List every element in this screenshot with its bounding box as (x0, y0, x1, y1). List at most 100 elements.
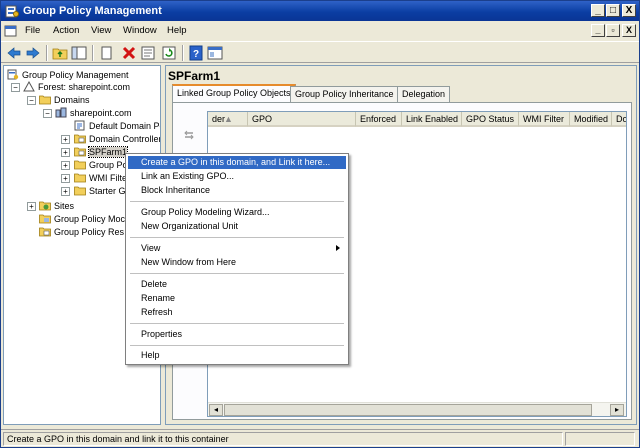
forward-icon[interactable] (25, 45, 41, 61)
menu-item-rename[interactable]: Rename (128, 292, 346, 305)
tree-item-gp-results[interactable]: Group Policy Res (39, 226, 124, 239)
menu-file[interactable]: File (25, 25, 40, 36)
menu-help[interactable]: Help (167, 25, 187, 36)
status-bar: Create a GPO in this domain and link it … (1, 429, 639, 447)
gpm-icon (7, 69, 19, 80)
mdi-restore-button[interactable]: ▫ (606, 24, 620, 37)
menu-window[interactable]: Window (123, 25, 157, 36)
sort-arrow-icon: ▲ (224, 114, 233, 124)
tree-item-domains[interactable]: Domains (39, 94, 90, 107)
tree-item-domain-controllers[interactable]: Domain Controller (74, 133, 161, 146)
menu-action[interactable]: Action (53, 25, 79, 36)
sites-icon (39, 201, 51, 211)
menu-item-new-ou[interactable]: New Organizational Unit (128, 220, 346, 233)
toolbar: ? (1, 41, 639, 63)
tree-item-starter-gpos[interactable]: Starter G (74, 185, 126, 198)
tree-item-label: Group Policy Management (22, 70, 129, 80)
menu-separator (130, 345, 344, 346)
tree-item-wmi-filters[interactable]: WMI Filte (74, 172, 127, 185)
menu-separator (130, 201, 344, 202)
mdi-close-button[interactable]: X (622, 24, 636, 37)
toolbar-separator (46, 45, 48, 61)
tree-item-label: Domain Controller (89, 134, 161, 144)
ou-icon (74, 134, 86, 144)
menu-item-label: View (141, 243, 161, 253)
status-text: Create a GPO in this domain and link it … (3, 432, 563, 446)
tree-expander[interactable]: + (61, 187, 70, 196)
column-header-domain[interactable]: Do (612, 112, 626, 127)
tree-item-default-domain-policy[interactable]: Default Domain Po (74, 120, 160, 133)
column-header-gpo[interactable]: GPO (248, 112, 356, 127)
delete-icon[interactable] (121, 45, 137, 61)
menu-item-view[interactable]: View (128, 242, 346, 255)
menu-item-link-existing-gpo[interactable]: Link an Existing GPO... (128, 170, 346, 183)
horizontal-scrollbar[interactable]: ◂ ▸ (208, 402, 626, 416)
ou-icon (74, 147, 86, 157)
folder-icon (74, 186, 86, 196)
tree-expander[interactable]: + (61, 148, 70, 157)
scroll-left-button[interactable]: ◂ (209, 404, 223, 416)
menu-item-modeling-wizard[interactable]: Group Policy Modeling Wizard... (128, 206, 346, 219)
tree-item-forest[interactable]: Forest: sharepoint.com (23, 81, 130, 94)
maximize-button[interactable]: □ (606, 4, 620, 17)
tree-item-label: Group Po (89, 160, 128, 170)
submenu-arrow-icon (336, 245, 340, 251)
tree-item-gp-modeling[interactable]: Group Policy Moc (39, 213, 125, 226)
tree-item-label: Forest: sharepoint.com (38, 82, 131, 92)
scroll-thumb[interactable] (224, 404, 592, 416)
menu-item-create-gpo-link[interactable]: Create a GPO in this domain, and Link it… (128, 156, 346, 169)
show-hide-tree-icon[interactable] (71, 45, 87, 61)
tree-expander[interactable]: − (43, 109, 52, 118)
tree-expander[interactable]: + (61, 174, 70, 183)
tree-expander[interactable]: + (61, 161, 70, 170)
tree-expander[interactable]: + (61, 135, 70, 144)
menu-item-properties[interactable]: Properties (128, 328, 346, 341)
tab-delegation[interactable]: Delegation (397, 86, 451, 102)
menu-view[interactable]: View (91, 25, 111, 36)
column-header-wmi-filter[interactable]: WMI Filter (519, 112, 570, 127)
up-folder-icon[interactable] (52, 45, 68, 61)
tree-item-label: sharepoint.com (70, 108, 132, 118)
mmc-window: Group Policy Management _ □ X File Actio… (0, 0, 640, 448)
close-button[interactable]: X (622, 4, 636, 17)
refresh-icon[interactable] (161, 45, 177, 61)
context-menu: Create a GPO in this domain, and Link it… (125, 153, 349, 365)
window-title: Group Policy Management (23, 5, 162, 17)
menu-item-block-inheritance[interactable]: Block Inheritance (128, 184, 346, 197)
tree-expander[interactable]: − (11, 83, 20, 92)
help-icon[interactable]: ? (188, 45, 204, 61)
column-header-enforced[interactable]: Enforced (356, 112, 402, 127)
menu-bar: File Action View Window Help _ ▫ X (1, 22, 639, 40)
tree-item-sites[interactable]: Sites (39, 200, 74, 213)
menu-item-refresh[interactable]: Refresh (128, 306, 346, 319)
menu-separator (130, 273, 344, 274)
copy-icon[interactable] (98, 45, 114, 61)
scroll-right-button[interactable]: ▸ (610, 404, 624, 416)
tree-item-spfarm1[interactable]: SPFarm1 (74, 146, 129, 159)
tree-item-label: WMI Filte (89, 173, 127, 183)
tree-item-label-selected: SPFarm1 (87, 146, 129, 158)
console-sys-icon[interactable] (4, 24, 18, 38)
minimize-button[interactable]: _ (591, 4, 605, 17)
tab-linked-gpos[interactable]: Linked Group Policy Objects (172, 84, 296, 102)
tree-expander[interactable]: + (27, 202, 36, 211)
menu-item-delete[interactable]: Delete (128, 278, 346, 291)
column-header-modified[interactable]: Modified (570, 112, 612, 127)
tree-item-group-policy-objects[interactable]: Group Po (74, 159, 128, 172)
mdi-minimize-button[interactable]: _ (591, 24, 605, 37)
column-header-link-enabled[interactable]: Link Enabled (402, 112, 462, 127)
tree-item-label: Starter G (89, 186, 126, 196)
back-icon[interactable] (6, 45, 22, 61)
tab-inheritance[interactable]: Group Policy Inheritance (290, 86, 399, 102)
title-bar[interactable]: Group Policy Management _ □ X (1, 1, 639, 21)
toolbar-separator (182, 45, 184, 61)
gpo-link-icon (74, 120, 85, 131)
column-header-gpo-status[interactable]: GPO Status (462, 112, 519, 127)
console-icon[interactable] (207, 45, 223, 61)
tree-expander[interactable]: − (27, 96, 36, 105)
menu-item-help[interactable]: Help (128, 349, 346, 362)
tree-item-domain[interactable]: sharepoint.com (55, 107, 132, 120)
properties-icon[interactable] (140, 45, 156, 61)
column-header-link-order[interactable]: der ▲ (208, 112, 248, 127)
menu-item-new-window[interactable]: New Window from Here (128, 256, 346, 269)
